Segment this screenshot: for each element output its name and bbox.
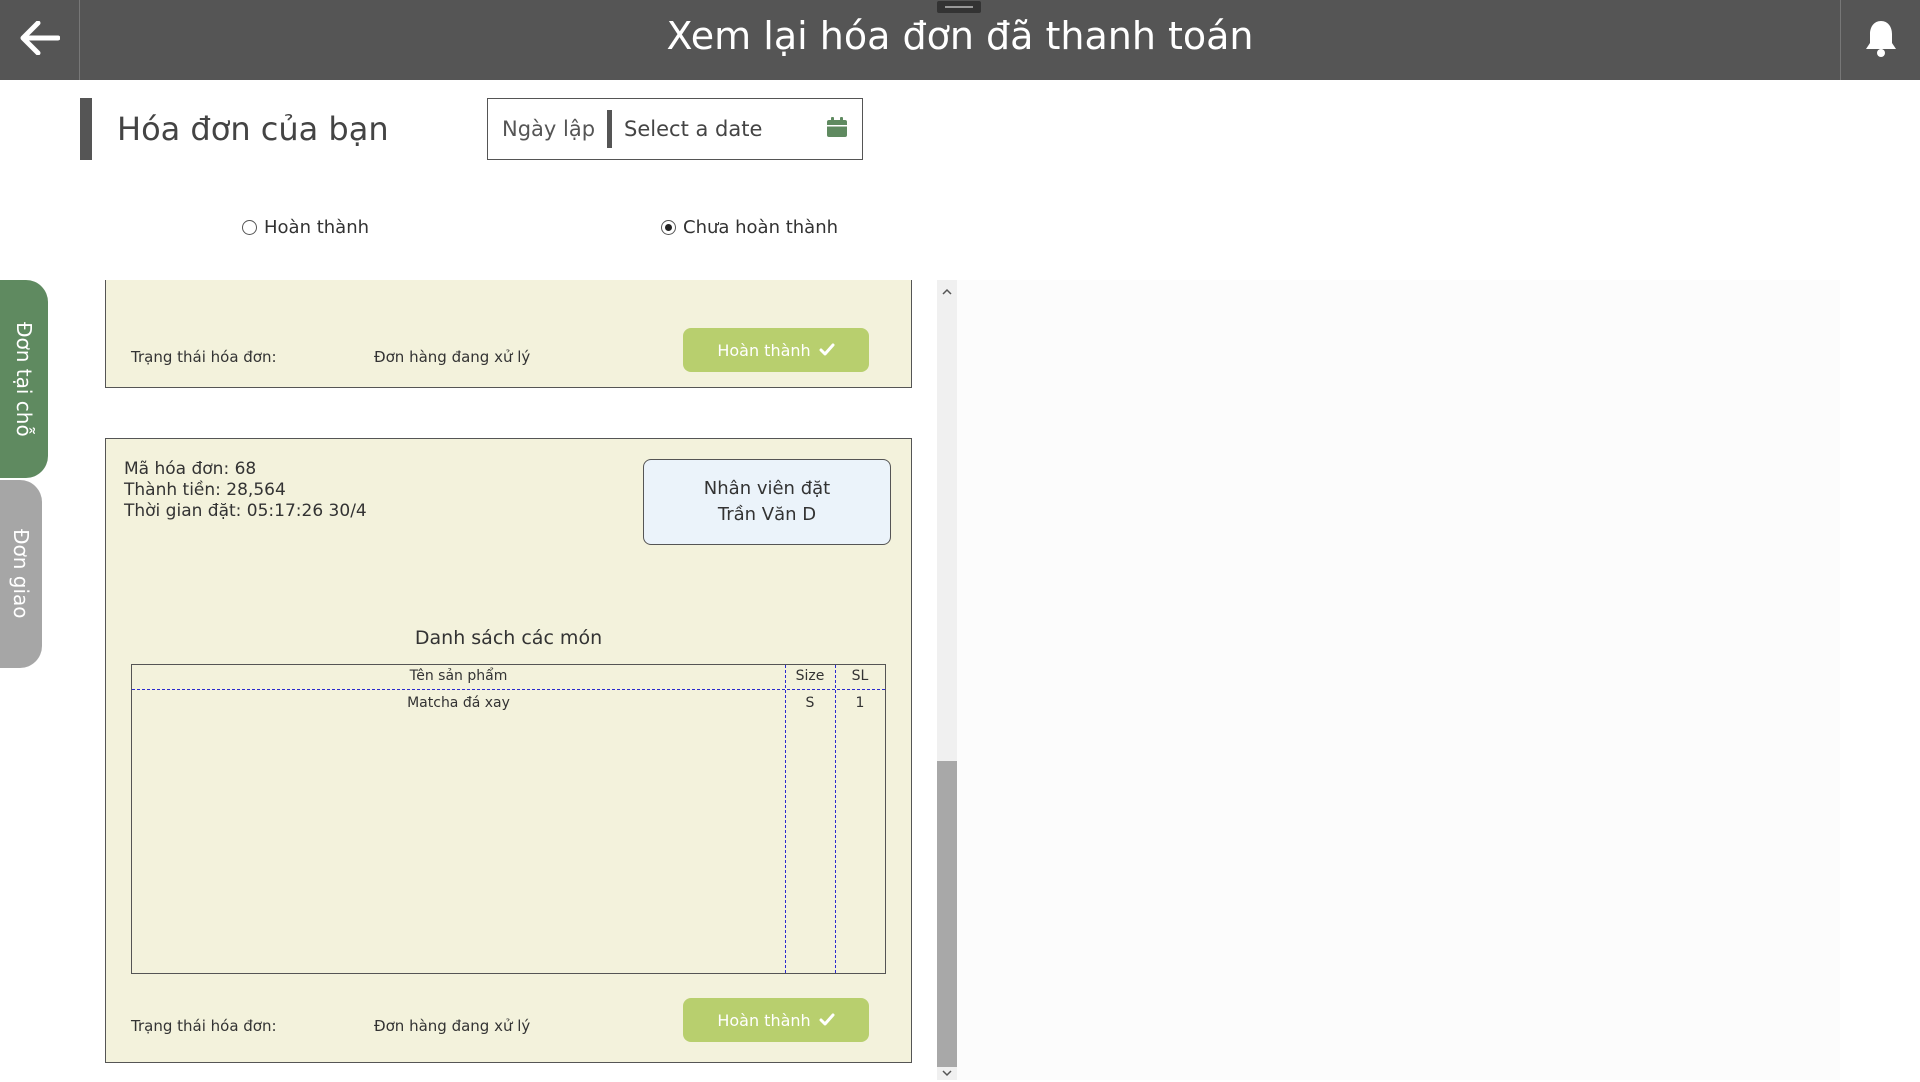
order-card: Mã hóa đơn: 68 Thành tiền: 28,564 Thời g… [105, 438, 912, 1063]
column-divider [835, 665, 836, 973]
status-label: Trạng thái hóa đơn: [131, 348, 277, 366]
detail-panel [957, 280, 1840, 1080]
header-divider [132, 689, 885, 690]
column-header-size: Size [795, 668, 825, 684]
staff-name: Trần Văn D [717, 504, 817, 525]
item-name: Matcha đá xay [407, 695, 510, 711]
header-accent-bar [80, 98, 92, 160]
check-icon [811, 341, 835, 360]
order-time: Thời gian đặt: 05:17:26 30/4 [124, 501, 367, 521]
date-input[interactable]: Select a date [624, 117, 826, 141]
section-title: Hóa đơn của bạn [117, 110, 389, 148]
item-size: S [805, 695, 815, 711]
column-header-qty: SL [851, 668, 869, 684]
back-button[interactable] [0, 0, 80, 80]
items-title: Danh sách các món [414, 627, 603, 649]
order-id: Mã hóa đơn: 68 [124, 459, 257, 479]
status-label: Trạng thái hóa đơn: [131, 1017, 277, 1035]
staff-box: Nhân viên đặt Trần Văn D [643, 459, 891, 545]
scroll-thumb[interactable] [937, 761, 957, 1067]
radio-completed[interactable]: Hoàn thành [242, 217, 369, 238]
complete-button[interactable]: Hoàn thành [683, 328, 869, 372]
staff-title: Nhân viên đặt [703, 478, 831, 499]
date-filter-divider [607, 110, 613, 148]
radio-incomplete[interactable]: Chưa hoàn thành [661, 217, 838, 238]
radio-completed-label: Hoàn thành [264, 217, 370, 238]
radio-incomplete-label: Chưa hoàn thành [683, 217, 839, 238]
tab-delivery-label: Đơn giao [9, 529, 33, 619]
column-divider [785, 665, 786, 973]
scrollbar[interactable] [937, 280, 957, 1080]
tab-dine-in-label: Đơn tại chỗ [12, 321, 36, 437]
radio-completed-circle[interactable] [242, 220, 257, 235]
chevron-up-icon[interactable] [937, 282, 957, 300]
item-qty: 1 [855, 695, 865, 711]
top-bar: Xem lại hóa đơn đã thanh toán [0, 0, 1920, 80]
column-header-product: Tên sản phẩm [409, 668, 508, 684]
complete-button[interactable]: Hoàn thành [683, 998, 869, 1042]
status-value: Đơn hàng đang xử lý [374, 348, 531, 366]
drag-handle[interactable] [937, 1, 981, 13]
date-filter[interactable]: Ngày lập Select a date [487, 98, 863, 160]
status-value: Đơn hàng đang xử lý [374, 1017, 531, 1035]
order-info: Mã hóa đơn: 68 Thành tiền: 28,564 Thời g… [124, 459, 367, 522]
items-table: Tên sản phẩm Size SL Matcha đá xay S 1 [131, 664, 886, 974]
chevron-down-icon[interactable] [937, 1064, 957, 1082]
tab-dine-in[interactable]: Đơn tại chỗ [0, 280, 48, 478]
order-total: Thành tiền: 28,564 [124, 480, 286, 500]
bell-icon [1863, 18, 1899, 62]
arrow-left-icon [20, 20, 60, 59]
notification-button[interactable] [1840, 0, 1920, 80]
date-filter-label: Ngày lập [502, 117, 596, 141]
radio-incomplete-circle[interactable] [661, 220, 676, 235]
tab-delivery[interactable]: Đơn giao [0, 480, 42, 668]
complete-button-label: Hoàn thành [717, 1010, 811, 1030]
order-card: Trạng thái hóa đơn: Đơn hàng đang xử lý … [105, 280, 912, 388]
check-icon [811, 1011, 835, 1030]
order-list[interactable]: Trạng thái hóa đơn: Đơn hàng đang xử lý … [95, 280, 937, 1080]
calendar-icon[interactable] [826, 116, 848, 142]
complete-button-label: Hoàn thành [717, 340, 811, 360]
